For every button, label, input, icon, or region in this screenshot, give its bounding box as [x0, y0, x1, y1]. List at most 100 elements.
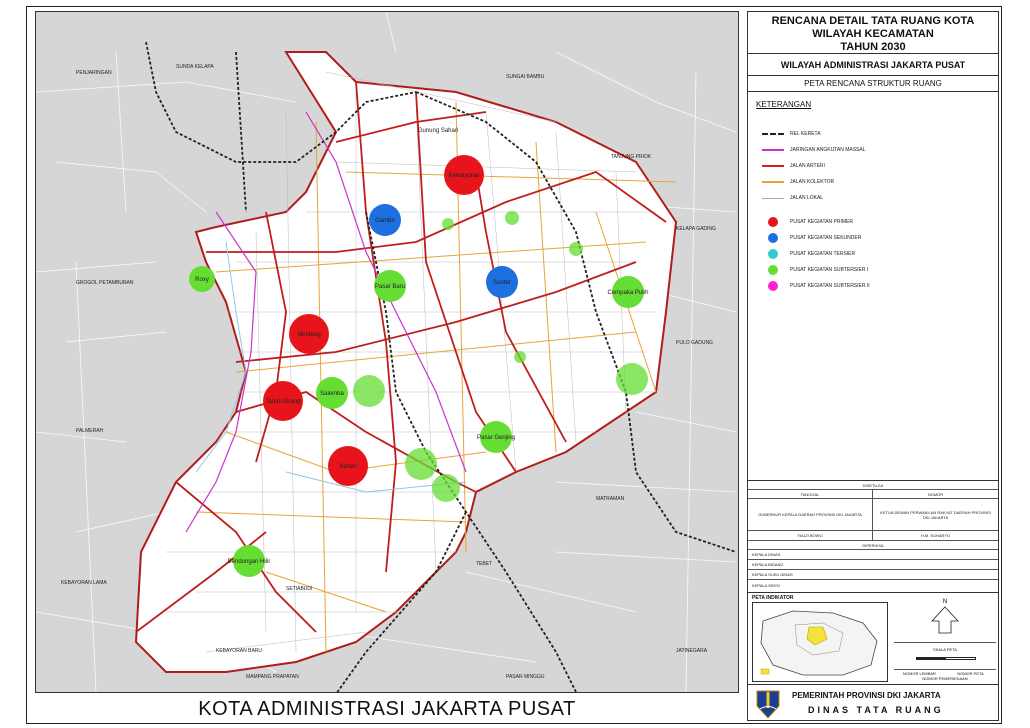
region-name: WILAYAH ADMINISTRASI JAKARTA PUSAT: [748, 54, 998, 76]
inset-legend-swatch: [760, 668, 770, 675]
sheet-number-row: NOMOR LEMBAR NOMOR PETA: [894, 669, 996, 676]
role-row: KEPALA SEKSI: [748, 580, 998, 592]
scale-title: SKALA PETA: [933, 647, 957, 652]
ext-label: GROGOL PETAMBURAN: [76, 280, 134, 286]
inset-block: PETA INDIKATOR N SKALA PETA NOMOR LEMBAR…: [748, 593, 998, 685]
legend-item-primary: PUSAT KEGIATAN PRIMER: [762, 216, 853, 228]
legend-item-collector: JALAN KOLEKTOR: [762, 176, 834, 188]
legend-label: REL KERETA: [790, 131, 821, 137]
council-chair-title: KETUA DEWAN PERWAKILAN RAKYAT DAERAH PRO…: [880, 509, 991, 520]
governor-title: GUBERNUR KEPALA DAERAH PROVINSI DKI JAKA…: [748, 499, 873, 530]
legend-label: PUSAT KEGIATAN SUBTERSIER II: [790, 283, 870, 289]
governor-name: FAUZI BOWO: [748, 531, 873, 540]
role-row: KEPALA DINAS: [748, 550, 998, 560]
map-subject: PETA RENCANA STRUKTUR RUANG: [748, 76, 998, 92]
local-road-symbol: [762, 192, 784, 204]
collector-symbol: [762, 176, 784, 188]
center-label-roxy: Roxy: [195, 277, 209, 283]
plan-title: RENCANA DETAIL TATA RUANG KOTA WILAYAH K…: [748, 12, 998, 54]
legend-label: JALAN KOLEKTOR: [790, 179, 835, 185]
subtertiary-1-symbol: [762, 264, 784, 276]
minor-center-marker: [569, 242, 583, 256]
approval-header: DISETUJUI: [748, 481, 998, 490]
plan-title-line2: WILAYAH KECAMATAN: [812, 28, 934, 40]
plan-title-line1: RENCANA DETAIL TATA RUANG KOTA: [771, 15, 975, 27]
ext-label: SETIABUDI: [286, 586, 312, 592]
center-label-bendungan-hilir: Bendungan Hilir: [228, 559, 271, 565]
role-label: KEPALA SUKU DINAS: [752, 572, 793, 577]
map-frame[interactable]: Menteng Tanah Abang Senen Kemayoran Gunu…: [35, 11, 739, 693]
legend-label: JALAN ARTERI: [790, 163, 825, 169]
role-label: KEPALA DINAS: [752, 552, 781, 557]
legend: KETERANGAN REL KERETA JARINGAN ANGKUTAN …: [748, 92, 998, 481]
center-label-salemba: Salemba: [320, 391, 344, 397]
scale-bar: [916, 657, 976, 660]
legend-label: PUSAT KEGIATAN PRIMER: [790, 219, 853, 225]
primary-center-symbol: [762, 216, 784, 228]
secondary-center-symbol: [762, 232, 784, 244]
approval-signers: GUBERNUR KEPALA DAERAH PROVINSI DKI JAKA…: [748, 499, 998, 531]
center-label-pasar-baru: Pasar Baru: [375, 284, 405, 290]
north-arrow-area: N: [894, 595, 996, 643]
ext-label: PENJARINGAN: [76, 70, 112, 76]
center-label-cempaka-putih: Cempaka Putih: [607, 290, 648, 296]
ext-label: TEBET: [476, 561, 492, 567]
legend-title: KETERANGAN: [756, 100, 812, 109]
legend-item-tertiary: PUSAT KEGIATAN TERSIER: [762, 248, 855, 260]
role-row: KEPALA BIDANG: [748, 560, 998, 570]
center-label-gunung-sahari: Gunung Sahari: [418, 128, 458, 134]
approval-names: FAUZI BOWO H.M. SUHARYO: [748, 531, 998, 541]
north-arrow-icon: N: [931, 599, 959, 634]
ext-label: MAMPANG PRAPATAN: [246, 674, 299, 680]
legend-item-secondary: PUSAT KEGIATAN SEKUNDER: [762, 232, 861, 244]
minor-center-marker: [353, 375, 385, 407]
center-label-menteng: Menteng: [297, 332, 320, 338]
arterial-symbol: [762, 160, 784, 172]
legend-item-arterial: JALAN ARTERI: [762, 160, 825, 172]
center-label-senen: Senen: [339, 464, 356, 470]
center-label-pasar-genjing: Pasar Genjing: [477, 435, 515, 441]
ext-label: KEBAYORAN BARU: [216, 648, 262, 654]
legend-label: PUSAT KEGIATAN SUBTERSIER I: [790, 267, 869, 273]
col-nomor: NOMOR: [927, 491, 944, 497]
minor-center-marker: [505, 211, 519, 225]
map-sheet: Menteng Tanah Abang Senen Kemayoran Gunu…: [26, 6, 1002, 724]
minor-center-marker: [514, 351, 526, 363]
ext-label: JATINEGARA: [676, 648, 708, 654]
government-name: PEMERINTAH PROVINSI DKI JAKARTA: [792, 691, 941, 700]
legend-label: PUSAT KEGIATAN TERSIER: [790, 251, 856, 257]
subtertiary-2-symbol: [762, 280, 784, 292]
approval-block: DISETUJUI TANGGAL NOMOR GUBERNUR KEPALA …: [748, 481, 998, 593]
map-title: KOTA ADMINISTRASI JAKARTA PUSAT: [198, 698, 576, 720]
ext-label: KEBAYORAN LAMA: [61, 580, 107, 586]
role-label: KEPALA BIDANG: [752, 562, 784, 567]
legend-item-local: JALAN LOKAL: [762, 192, 823, 204]
legend-item-mass-transit: JARINGAN ANGKUTAN MASSAL: [762, 144, 865, 156]
legend-item-rail: REL KERETA: [762, 128, 821, 140]
legend-label: JARINGAN ANGKUTAN MASSAL: [790, 147, 866, 153]
center-label-sunter: Sunter: [493, 280, 511, 286]
mass-transit-symbol: [762, 144, 784, 156]
center-label-kemayoran: Kemayoran: [449, 173, 480, 179]
ext-label: SUNDA KELAPA: [176, 64, 214, 70]
plan-title-line3: TAHUN 2030: [840, 41, 906, 53]
minor-center-marker: [616, 363, 648, 395]
inset-map[interactable]: [752, 602, 888, 682]
minor-center-marker: [405, 448, 437, 480]
inspection-number-label: NOMOR PEMERIKSAAN: [922, 676, 968, 681]
map-canvas[interactable]: Menteng Tanah Abang Senen Kemayoran Gunu…: [36, 12, 739, 693]
ext-label: KELAPA GADING: [676, 226, 716, 232]
ext-label: MATRAMAN: [596, 496, 625, 502]
ext-label: PALMERAH: [76, 428, 104, 434]
tertiary-center-symbol: [762, 248, 784, 260]
col-tanggal: TANGGAL: [748, 490, 873, 498]
legend-label: PUSAT KEGIATAN SEKUNDER: [790, 235, 862, 241]
ext-label: TANJUNG PRIOK: [611, 154, 652, 160]
ext-label: SUNGAI BAMBU: [506, 74, 545, 80]
ext-label: PULO GADUNG: [676, 340, 713, 346]
approval-col-headers: TANGGAL NOMOR: [748, 490, 998, 499]
minor-center-marker: [442, 218, 454, 230]
legend-label: JALAN LOKAL: [790, 195, 824, 201]
legend-item-subtertiary-2: PUSAT KEGIATAN SUBTERSIER II: [762, 280, 870, 292]
center-label-tanah-abang: Tanah Abang: [265, 399, 300, 405]
